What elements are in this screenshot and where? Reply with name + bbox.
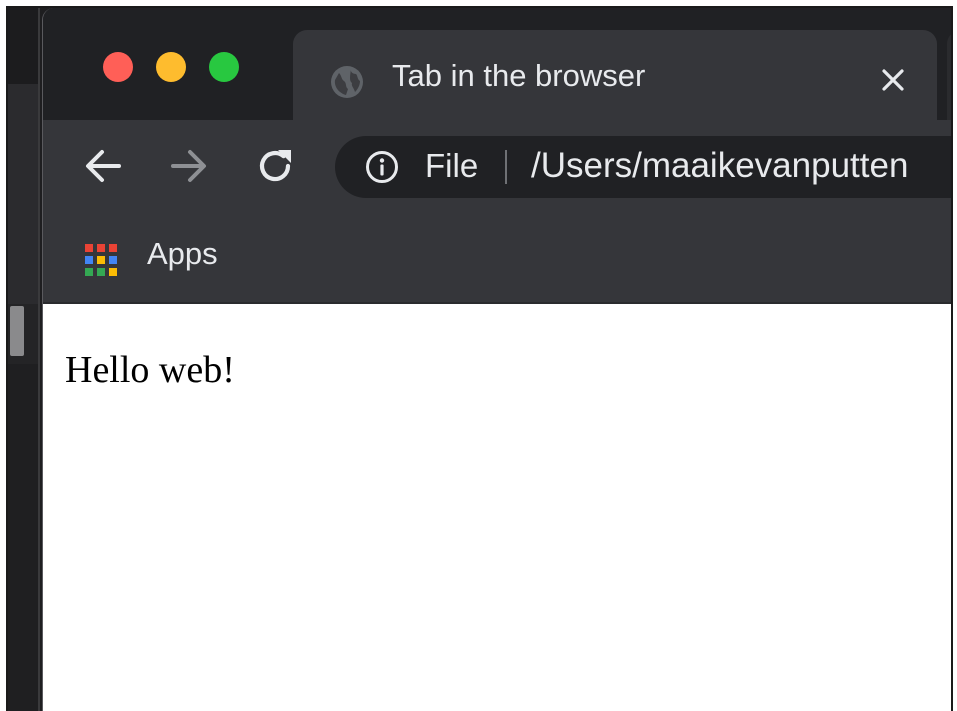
bookmark-apps[interactable]: Apps [147,236,218,272]
background-window-border [38,8,40,711]
page-viewport: Hello web! [43,304,951,711]
info-icon[interactable] [365,150,399,184]
background-window-toolbar [8,84,40,304]
address-divider [505,150,507,184]
window-zoom-button[interactable] [209,52,239,82]
arrow-left-icon[interactable] [79,142,127,190]
browser-toolbar: File /Users/maaikevanputten [43,120,951,216]
background-window-content [8,364,40,711]
tab-title: Tab in the browser [392,58,646,93]
globe-icon [331,66,363,98]
tab-active[interactable]: Tab in the browser [293,30,937,120]
background-window-scrollbar[interactable] [10,306,24,356]
window-minimize-button[interactable] [156,52,186,82]
screenshot-frame: Tab in the browser File /Users/maaikevan… [6,6,953,711]
page-body-text: Hello web! [65,349,235,391]
background-window-edge [8,8,40,711]
reload-icon[interactable] [251,142,299,190]
adjacent-tab-edge [947,30,951,120]
background-window-titlebar [8,8,40,84]
window-close-button[interactable] [103,52,133,82]
address-bar[interactable]: File /Users/maaikevanputten [335,136,951,198]
url-text[interactable]: /Users/maaikevanputten [531,146,908,186]
browser-window: Tab in the browser File /Users/maaikevan… [42,8,951,711]
close-icon[interactable] [879,66,907,94]
bookmarks-bar: Apps [43,216,951,304]
apps-grid-icon [85,244,117,276]
arrow-right-icon[interactable] [165,142,213,190]
tab-strip: Tab in the browser [43,8,951,120]
scheme-chip-label[interactable]: File [425,147,478,185]
